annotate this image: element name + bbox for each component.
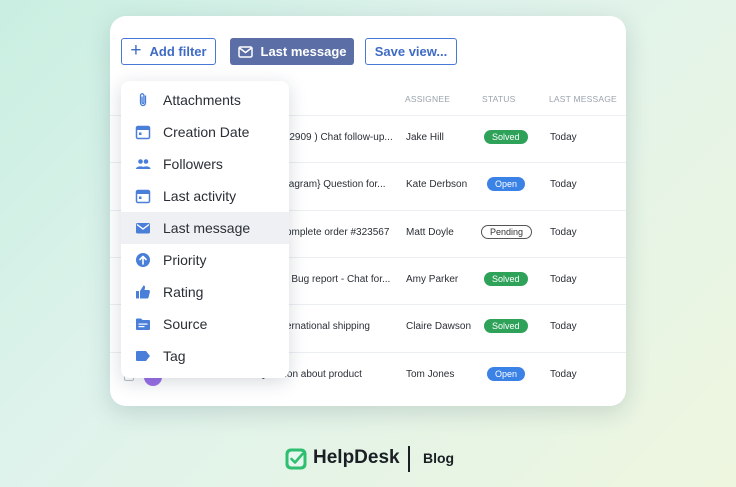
menu-item-creation-date[interactable]: Creation Date (121, 116, 289, 148)
tag-icon (136, 351, 150, 361)
status-badge: Open (487, 177, 526, 191)
blog-link[interactable]: Blog (423, 450, 454, 466)
footer-divider (408, 446, 410, 472)
ticket-assignee: Matt Doyle (406, 227, 454, 238)
thumbs-up-icon (136, 285, 150, 299)
menu-item-followers[interactable]: Followers (121, 148, 289, 180)
menu-item-label: Creation Date (163, 124, 250, 140)
ticket-last-message: Today (550, 321, 577, 332)
menu-item-label: Tag (163, 348, 186, 364)
menu-item-tag[interactable]: Tag (121, 340, 289, 372)
calendar-icon (135, 125, 151, 140)
ticket-assignee: Jake Hill (406, 132, 444, 143)
ticket-subject[interactable]: | Bug report - Chat for... (286, 274, 406, 285)
add-filter-button[interactable]: + Add filter (121, 38, 216, 65)
calendar-icon (135, 189, 151, 204)
ticket-last-message: Today (550, 369, 577, 380)
menu-item-label: Source (163, 316, 208, 332)
paperclip-icon (139, 93, 147, 107)
menu-item-rating[interactable]: Rating (121, 276, 289, 308)
menu-item-priority[interactable]: Priority (121, 244, 289, 276)
status-badge: Open (487, 367, 526, 381)
column-last-message[interactable]: LAST MESSAGE (549, 94, 617, 104)
arrow-up-circle-icon (136, 253, 150, 267)
ticket-last-message: Today (550, 179, 577, 190)
ticket-assignee: Kate Derbson (406, 179, 468, 190)
menu-item-last-message[interactable]: Last message (121, 212, 289, 244)
filter-dropdown-menu: Attachments Creation Date Followers Last… (121, 81, 289, 378)
menu-item-label: Rating (163, 284, 204, 300)
menu-item-label: Attachments (163, 92, 241, 108)
save-view-button[interactable]: Save view... (365, 38, 457, 65)
status-badge: Solved (484, 130, 528, 144)
ticket-last-message: Today (550, 132, 577, 143)
last-message-label: Last message (260, 44, 347, 59)
envelope-icon (237, 45, 253, 58)
column-assignee[interactable]: ASSIGNEE (405, 94, 450, 104)
menu-item-label: Last activity (163, 188, 237, 204)
menu-item-label: Followers (163, 156, 223, 172)
column-status[interactable]: STATUS (482, 94, 515, 104)
ticket-subject[interactable]: -2909 ) Chat follow-up... (286, 132, 406, 143)
menu-item-label: Last message (163, 220, 251, 236)
menu-item-source[interactable]: Source (121, 308, 289, 340)
status-badge: Solved (484, 319, 528, 333)
ticket-subject[interactable]: ernational shipping (286, 321, 406, 332)
people-icon (136, 159, 151, 169)
status-badge: Pending (481, 225, 533, 239)
helpdesk-logo-icon (285, 448, 307, 470)
menu-item-label: Priority (163, 252, 207, 268)
ticket-last-message: Today (550, 227, 577, 238)
add-filter-label: Add filter (149, 44, 207, 59)
last-message-filter-button[interactable]: Last message (230, 38, 354, 65)
ticket-assignee: Claire Dawson (406, 321, 472, 332)
ticket-last-message: Today (550, 274, 577, 285)
ticket-assignee: Tom Jones (406, 369, 455, 380)
save-view-label: Save view... (374, 44, 448, 59)
menu-item-last-activity[interactable]: Last activity (121, 180, 289, 212)
brand-name[interactable]: HelpDesk (313, 447, 400, 469)
status-badge: Solved (484, 272, 528, 286)
ticket-subject[interactable]: omplete order #323567 (286, 227, 406, 238)
menu-item-attachments[interactable]: Attachments (121, 84, 289, 116)
plus-icon: + (130, 40, 142, 61)
ticket-assignee: Amy Parker (406, 274, 459, 285)
ticket-subject[interactable]: tagram} Question for... (286, 179, 406, 190)
envelope-icon (136, 223, 150, 234)
folder-icon (136, 318, 150, 330)
